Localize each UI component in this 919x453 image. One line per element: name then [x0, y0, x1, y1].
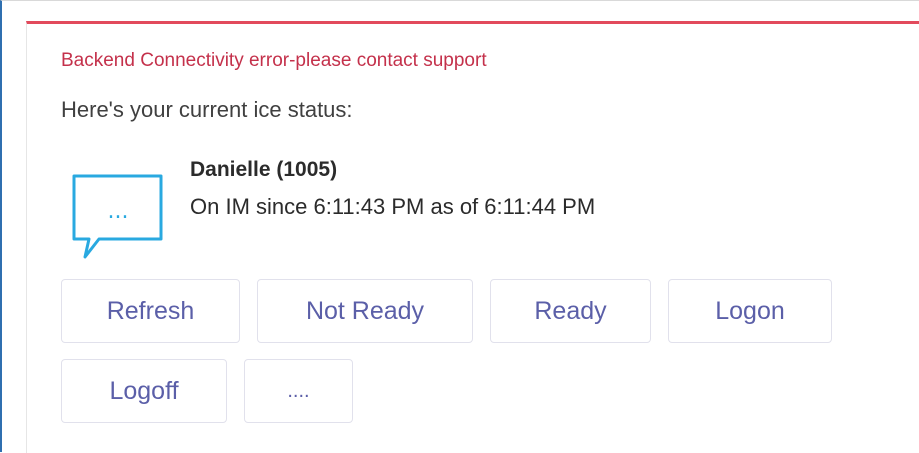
app-window: Backend Connectivity error-please contac…	[0, 0, 919, 453]
status-card: Backend Connectivity error-please contac…	[26, 21, 919, 453]
ready-button[interactable]: Ready	[490, 279, 651, 343]
error-message: Backend Connectivity error-please contac…	[61, 50, 487, 71]
more-button[interactable]: ....	[244, 359, 353, 423]
chat-bubble-icon: ...	[72, 174, 163, 259]
agent-status: On IM since 6:11:43 PM as of 6:11:44 PM	[190, 194, 596, 219]
chat-bubble-dots: ...	[108, 199, 129, 224]
refresh-button[interactable]: Refresh	[61, 279, 240, 343]
intro-text: Here's your current ice status:	[61, 97, 353, 122]
not-ready-button[interactable]: Not Ready	[257, 279, 473, 343]
agent-name: Danielle (1005)	[190, 158, 338, 181]
logon-button[interactable]: Logon	[668, 279, 832, 343]
logoff-button[interactable]: Logoff	[61, 359, 227, 423]
